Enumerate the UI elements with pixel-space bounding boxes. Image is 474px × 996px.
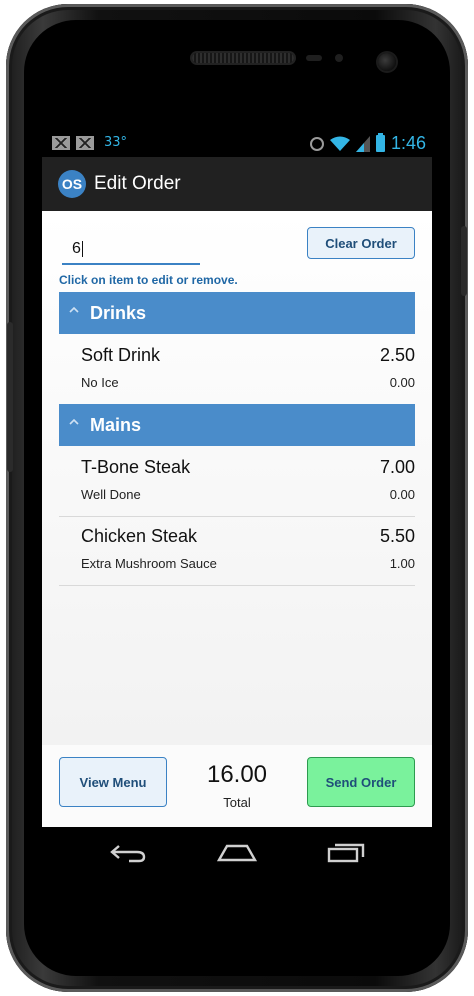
notification-icons: 33° [52,135,127,150]
battery-icon [375,133,385,152]
app-logo-icon[interactable]: OS [58,170,86,198]
earpiece-speaker [192,53,294,63]
section-header-mains[interactable]: Mains [59,404,415,446]
action-bar: OS Edit Order [42,157,432,211]
item-price: 5.50 [379,526,415,546]
wifi-icon [329,136,350,152]
light-sensor [335,54,343,62]
order-item-t-bone-steak[interactable]: T-Bone Steak 7.00 Well Done 0.00 [59,457,415,507]
order-content: 6 Clear Order Click on item to edit or r… [42,211,432,745]
system-icons: 1:46 [309,133,426,154]
item-modifier: No Ice [81,375,119,390]
item-name: Chicken Steak [81,526,198,546]
section-header-drinks[interactable]: Drinks [59,292,415,334]
status-bar: 33° 1:46 [42,131,432,157]
order-item-soft-drink[interactable]: Soft Drink 2.50 No Ice 0.00 [59,345,415,395]
proximity-sensor [306,55,322,61]
home-icon[interactable] [217,843,257,863]
gmail-icon [52,135,70,150]
chevron-up-icon [69,418,79,425]
send-order-button[interactable]: Send Order [307,757,415,807]
item-modifier: Well Done [81,487,141,502]
item-modifier-price: 1.00 [389,556,415,571]
alarm-icon [309,136,324,151]
gmail-icon [76,135,94,150]
signal-icon [355,135,370,152]
order-total-value: 16.00 [206,761,268,788]
item-price: 7.00 [379,457,415,477]
item-name: T-Bone Steak [81,457,191,477]
clear-order-button[interactable]: Clear Order [307,227,415,259]
order-item-chicken-steak[interactable]: Chicken Steak 5.50 Extra Mushroom Sauce … [59,526,415,576]
item-name: Soft Drink [81,345,161,365]
page-title: Edit Order [94,173,181,194]
text-cursor [81,240,83,257]
front-camera [378,53,396,71]
item-modifier: Extra Mushroom Sauce [81,556,217,571]
edit-hint-text: Click on item to edit or remove. [59,273,238,287]
recent-apps-icon[interactable] [327,841,365,863]
view-menu-button[interactable]: View Menu [59,757,167,807]
power-button [461,226,467,296]
chevron-up-icon [69,306,79,313]
item-divider [59,516,415,517]
table-number-value: 6 [72,240,81,257]
volume-button [7,322,13,472]
order-total-label: Total [223,795,251,810]
item-modifier-price: 0.00 [389,375,415,390]
table-number-input[interactable]: 6 [62,233,200,265]
section-label: Drinks [90,303,147,323]
status-time: 1:46 [390,133,426,153]
item-price: 2.50 [379,345,415,365]
order-footer: View Menu 16.00 Total Send Order [42,745,432,827]
section-label: Mains [90,415,142,435]
item-divider [59,585,415,586]
temperature-text: 33° [104,135,128,150]
back-icon[interactable] [109,843,147,863]
navigation-bar [42,827,432,877]
screen: 33° 1:46 OS Edit Order 6 Clear Order Cli… [42,131,432,877]
item-modifier-price: 0.00 [389,487,415,502]
